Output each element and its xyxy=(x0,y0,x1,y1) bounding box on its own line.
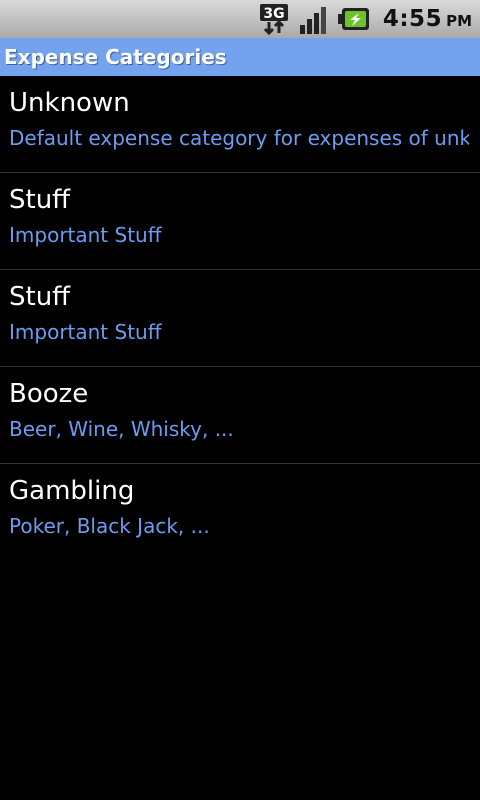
category-name: Stuff xyxy=(9,185,71,215)
page-title: Expense Categories xyxy=(4,45,227,69)
clock-time: 4:55 xyxy=(382,6,443,32)
category-name: Booze xyxy=(9,379,89,409)
category-name: Unknown xyxy=(9,88,130,118)
category-description: Important Stuff xyxy=(9,223,162,247)
network-label: 3G xyxy=(263,6,284,22)
battery-charging-icon xyxy=(337,3,371,35)
network-3g-icon: 3G xyxy=(259,3,293,35)
list-item[interactable]: Stuff Important Stuff xyxy=(0,270,480,367)
status-bar: 3G 4:55 PM xyxy=(0,0,480,38)
signal-strength-icon xyxy=(299,3,331,35)
clock-ampm: PM xyxy=(446,12,472,30)
category-description: Important Stuff xyxy=(9,320,162,344)
clock: 4:55 PM xyxy=(383,6,472,32)
category-name: Gambling xyxy=(9,476,135,506)
category-list: Unknown Default expense category for exp… xyxy=(0,76,480,560)
category-description: Beer, Wine, Whisky, ... xyxy=(9,417,234,441)
category-name: Stuff xyxy=(9,282,71,312)
list-item[interactable]: Unknown Default expense category for exp… xyxy=(0,76,480,173)
list-item[interactable]: Gambling Poker, Black Jack, ... xyxy=(0,464,480,560)
category-description: Default expense category for expenses of… xyxy=(9,126,469,150)
list-item[interactable]: Booze Beer, Wine, Whisky, ... xyxy=(0,367,480,464)
list-item[interactable]: Stuff Important Stuff xyxy=(0,173,480,270)
category-description: Poker, Black Jack, ... xyxy=(9,514,210,538)
title-bar: Expense Categories xyxy=(0,38,480,76)
status-icons: 3G 4:55 PM xyxy=(259,3,472,35)
